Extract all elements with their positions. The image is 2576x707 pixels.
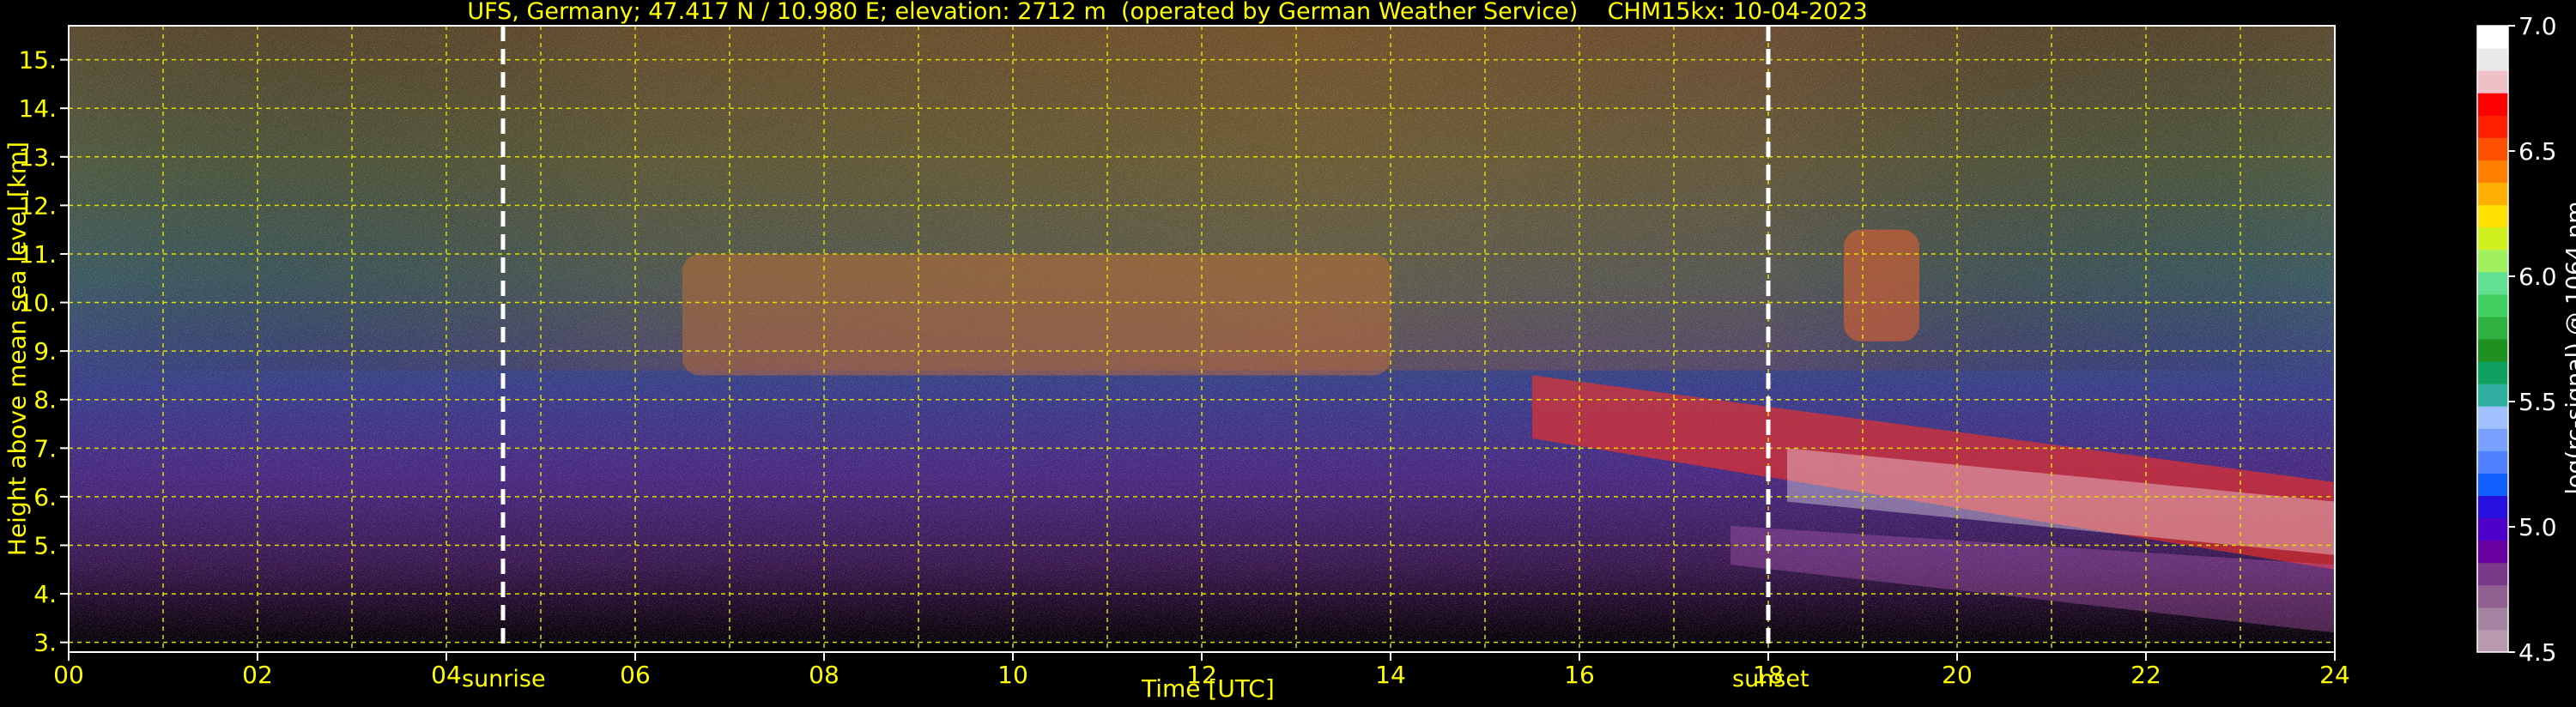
colorbar-segment xyxy=(2477,182,2508,206)
x-tick-label: 10 xyxy=(997,661,1028,689)
colorbar: 7.0 6.5 6.0 5.5 5.0 4.5 xyxy=(2476,12,2557,667)
colorbar-segment xyxy=(2477,562,2508,586)
colorbar-segment xyxy=(2477,137,2508,160)
sunrise-label: sunrise xyxy=(462,666,546,692)
colorbar-tick-label: 5.5 xyxy=(2518,388,2557,416)
y-tick-label: 3. xyxy=(33,629,57,657)
colorbar-segment xyxy=(2477,93,2508,116)
colorbar-segment xyxy=(2477,339,2508,362)
colorbar-segment xyxy=(2477,428,2508,451)
y-axis-label: Height above mean sea level [km] xyxy=(3,141,32,557)
colorbar-segment xyxy=(2477,227,2508,251)
colorbar-tick-label: 5.0 xyxy=(2518,513,2557,541)
colorbar-segment xyxy=(2477,160,2508,183)
colorbar-segment xyxy=(2477,495,2508,519)
colorbar-segment xyxy=(2477,584,2508,608)
colorbar-segment xyxy=(2477,473,2508,496)
colorbar-segment xyxy=(2477,204,2508,228)
colorbar-tick-label: 6.0 xyxy=(2518,263,2557,291)
colorbar-segment xyxy=(2477,629,2508,653)
colorbar-segment xyxy=(2477,48,2508,71)
feature-cirrus-layer xyxy=(682,253,1391,376)
x-tick-label: 20 xyxy=(1942,661,1973,689)
y-tick-label: 5. xyxy=(33,532,57,560)
colorbar-segment xyxy=(2477,406,2508,429)
x-tick-label: 06 xyxy=(620,661,651,689)
colorbar-segment xyxy=(2477,26,2508,49)
y-tick-label: 15. xyxy=(18,46,57,75)
colorbar-tick-label: 6.5 xyxy=(2518,137,2557,166)
y-tick-label: 9. xyxy=(33,337,57,366)
colorbar-segment xyxy=(2477,249,2508,273)
colorbar-segment xyxy=(2477,517,2508,541)
colorbar-tick-label: 4.5 xyxy=(2518,638,2557,667)
x-axis-label: Time [UTC] xyxy=(1142,674,1275,703)
x-tick-label: 14 xyxy=(1375,661,1406,689)
colorbar-segment xyxy=(2477,271,2508,295)
colorbar-segment xyxy=(2477,115,2508,138)
colorbar-segment xyxy=(2477,540,2508,564)
colorbar-segment xyxy=(2477,70,2508,94)
colorbar-segment xyxy=(2477,316,2508,340)
colorbar-tick-label: 7.0 xyxy=(2518,12,2557,40)
colorbar-segment xyxy=(2477,293,2508,317)
x-tick-label: 02 xyxy=(242,661,273,689)
colorbar-label: log(rc-signal) @ 1064 nm xyxy=(2561,201,2576,495)
colorbar-segment xyxy=(2477,450,2508,474)
y-tick-label: 8. xyxy=(33,386,57,414)
sunset-label: sunset xyxy=(1732,666,1809,692)
colorbar-segment xyxy=(2477,384,2508,407)
x-tick-label: 00 xyxy=(53,661,84,689)
x-tick-label: 08 xyxy=(809,661,839,689)
feature-isolated-cirrus xyxy=(1844,229,1919,341)
colorbar-segment xyxy=(2477,361,2508,384)
x-tick-label: 24 xyxy=(2319,661,2350,689)
x-tick-label: 16 xyxy=(1564,661,1595,689)
plot-area: 3.4.5.6.7.8.9.10.11.12.13.14.15.00 02 04 06… xyxy=(18,12,2557,689)
colorbar-segment xyxy=(2477,607,2508,631)
y-tick-label: 6. xyxy=(33,483,57,511)
y-tick-label: 4. xyxy=(33,580,57,608)
y-tick-label: 7. xyxy=(33,434,57,462)
x-tick-label: 22 xyxy=(2131,661,2161,689)
x-tick-label: 04 xyxy=(431,661,462,689)
